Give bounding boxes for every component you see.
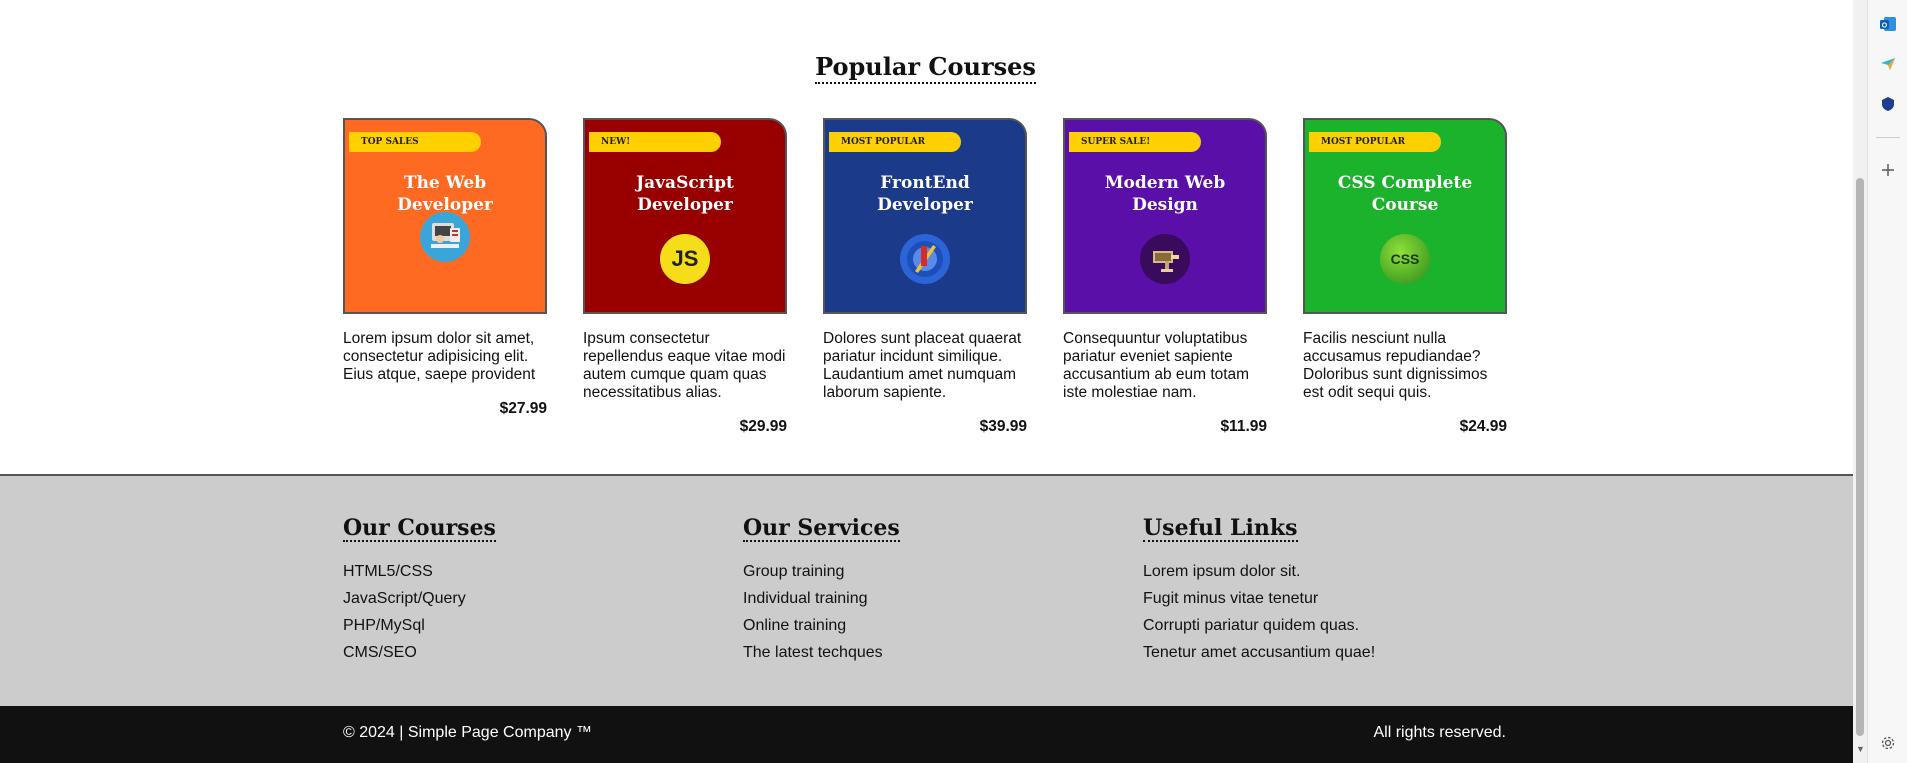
course-thumbnail[interactable]: TOP SALES The Web Developer xyxy=(343,118,547,314)
footer-courses-column: Our Courses HTML5/CSS JavaScript/Query P… xyxy=(343,516,496,666)
rights-text: All rights reserved. xyxy=(1373,724,1507,741)
footer-link[interactable]: Tenetur amet accusantium quae! xyxy=(1143,639,1375,666)
course-thumbnail[interactable]: MOST POPULAR FrontEnd Developer xyxy=(823,118,1027,314)
main-content[interactable]: Popular Courses TOP SALES The Web Develo… xyxy=(0,0,1853,763)
footer-useful-column: Useful Links Lorem ipsum dolor sit. Fugi… xyxy=(1143,516,1375,666)
course-description: Dolores sunt placeat quaerat pariatur in… xyxy=(823,330,1022,401)
footer-link[interactable]: The latest techques xyxy=(743,639,900,666)
section-title: Popular Courses xyxy=(0,52,1851,84)
footer-link[interactable]: JavaScript/Query xyxy=(343,585,496,612)
footer-useful-heading: Useful Links xyxy=(1143,515,1298,542)
course-description: Facilis nesciunt nulla accusamus repudia… xyxy=(1303,330,1488,401)
js-logo-text: JS xyxy=(671,246,699,271)
send-icon[interactable] xyxy=(1878,54,1898,74)
course-card[interactable]: SUPER SALE! Modern Web Design Consequunt… xyxy=(1063,118,1267,436)
course-thumbnail[interactable]: MOST POPULAR CSS Complete Course CSS xyxy=(1303,118,1507,314)
course-card[interactable]: NEW! JavaScript Developer JS Ipsum conse… xyxy=(583,118,787,436)
course-description: Lorem ipsum dolor sit amet, consectetur … xyxy=(343,330,536,383)
footer-courses-heading: Our Courses xyxy=(343,515,496,542)
course-price: $24.99 xyxy=(1459,418,1507,435)
course-thumbnail[interactable]: SUPER SALE! Modern Web Design xyxy=(1063,118,1267,314)
course-badge: TOP SALES xyxy=(349,132,481,152)
course-description: Consequuntur voluptatibus pariatur eveni… xyxy=(1063,330,1250,401)
copyright-text: © 2024 | Simple Page Company ™ xyxy=(343,724,592,741)
settings-icon[interactable] xyxy=(1878,733,1898,753)
course-badge: MOST POPULAR xyxy=(829,132,961,152)
course-price: $11.99 xyxy=(1220,418,1267,435)
footer-link[interactable]: Group training xyxy=(743,558,900,585)
course-title: JavaScript Developer xyxy=(636,173,734,215)
footer-link[interactable]: Individual training xyxy=(743,585,900,612)
design-tools-icon xyxy=(1140,234,1190,284)
course-card[interactable]: TOP SALES The Web Developer Lorem ipsum … xyxy=(343,118,547,418)
course-thumbnail[interactable]: NEW! JavaScript Developer JS xyxy=(583,118,787,314)
course-price: $39.99 xyxy=(979,418,1027,435)
course-title: CSS Complete Course xyxy=(1337,173,1473,215)
course-description: Ipsum consectetur repellendus eaque vita… xyxy=(583,330,786,401)
scroll-down-arrow-icon[interactable]: ▼ xyxy=(1856,744,1865,754)
course-badge: MOST POPULAR xyxy=(1309,132,1441,152)
footer-link[interactable]: Online training xyxy=(743,612,900,639)
footer-link[interactable]: Fugit minus vitae tenetur xyxy=(1143,585,1375,612)
svg-text:O: O xyxy=(1882,22,1888,29)
course-title: FrontEnd Developer xyxy=(877,173,973,215)
footer-services-column: Our Services Group training Individual t… xyxy=(743,516,900,666)
site-footer: Our Courses HTML5/CSS JavaScript/Query P… xyxy=(0,474,1853,706)
footer-services-heading: Our Services xyxy=(743,515,900,542)
developer-desk-icon xyxy=(420,212,470,262)
course-price: $27.99 xyxy=(499,400,547,417)
css-logo-icon: CSS xyxy=(1380,234,1430,284)
course-title: The Web Developer xyxy=(397,173,493,215)
shield-icon[interactable] xyxy=(1878,94,1898,114)
browser-side-rail: O xyxy=(1867,0,1907,763)
outlook-icon[interactable]: O xyxy=(1878,14,1898,34)
frontend-compass-icon xyxy=(900,234,950,284)
footer-link[interactable]: Lorem ipsum dolor sit. xyxy=(1143,558,1375,585)
course-title: Modern Web Design xyxy=(1104,173,1226,215)
course-card[interactable]: MOST POPULAR FrontEnd Developer Dolores … xyxy=(823,118,1027,436)
page: Popular Courses TOP SALES The Web Develo… xyxy=(0,0,1907,763)
add-icon[interactable] xyxy=(1878,160,1898,180)
rail-divider xyxy=(1876,137,1900,138)
footer-link[interactable]: CMS/SEO xyxy=(343,639,496,666)
course-price: $29.99 xyxy=(739,418,787,435)
footer-link[interactable]: Corrupti pariatur quidem quas. xyxy=(1143,612,1375,639)
bottom-bar: © 2024 | Simple Page Company ™ All right… xyxy=(0,706,1853,763)
js-logo-icon: JS xyxy=(660,234,710,284)
css-logo-text: CSS xyxy=(1390,251,1420,267)
course-badge: SUPER SALE! xyxy=(1069,132,1201,152)
course-card[interactable]: MOST POPULAR CSS Complete Course CSS Fac… xyxy=(1303,118,1507,436)
vertical-scrollbar[interactable]: ▼ xyxy=(1853,0,1867,763)
scrollbar-thumb[interactable] xyxy=(1856,178,1864,736)
course-badge: NEW! xyxy=(589,132,721,152)
footer-link[interactable]: PHP/MySql xyxy=(343,612,496,639)
footer-link[interactable]: HTML5/CSS xyxy=(343,558,496,585)
